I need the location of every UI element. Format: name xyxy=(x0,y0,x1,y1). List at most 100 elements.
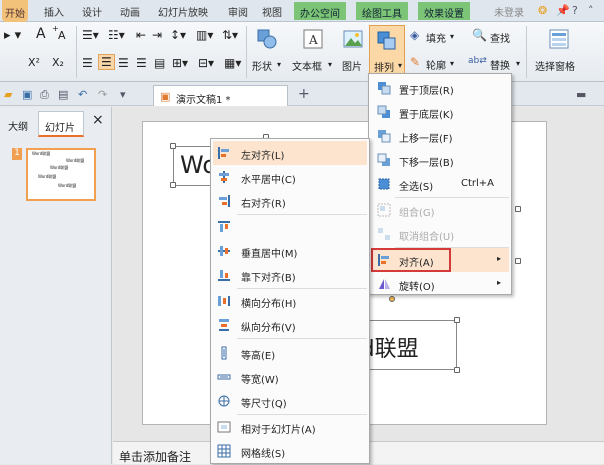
chevron-down-icon[interactable]: ▾ xyxy=(450,59,454,68)
shrink-font-button[interactable]: A xyxy=(58,29,66,42)
font-size-spinner-icon[interactable]: ▸ ▾ xyxy=(4,28,21,43)
tab-insert[interactable]: 插入 xyxy=(44,4,64,19)
menu-item-group[interactable]: 组合(G) xyxy=(369,198,511,222)
tab-animation[interactable]: 动画 xyxy=(120,4,140,19)
textbox-icon[interactable]: A xyxy=(302,28,324,50)
resize-handle[interactable] xyxy=(454,317,460,323)
find-button[interactable]: 查找 xyxy=(490,30,510,45)
outline-icon[interactable]: ✎ xyxy=(410,55,420,69)
skin-icon[interactable]: ❂ xyxy=(538,4,550,17)
menu-item-same-height[interactable]: 等高(E) xyxy=(211,341,369,365)
decrease-indent-icon[interactable]: ⇤ xyxy=(136,28,146,42)
chevron-down-icon[interactable]: ▾ xyxy=(328,60,332,69)
open-icon[interactable]: ▰ xyxy=(4,88,16,101)
bullet-list-icon[interactable]: ☰▾ xyxy=(82,28,99,42)
superscript-button[interactable]: X² xyxy=(28,56,40,69)
subscript-button[interactable]: X₂ xyxy=(52,56,64,69)
document-tab[interactable]: ▣ 演示文稿1 * xyxy=(153,85,288,106)
close-icon[interactable]: × xyxy=(92,112,104,128)
menu-item-distribute-vertical[interactable]: 纵向分布(V) xyxy=(211,313,369,337)
resize-handle[interactable] xyxy=(170,182,176,188)
smartart-icon[interactable]: ▦▾ xyxy=(224,56,241,70)
columns-icon[interactable]: ▥▾ xyxy=(196,28,213,42)
redo-icon[interactable]: ↷ xyxy=(98,88,110,101)
arrange-button[interactable]: 排列 ▾ xyxy=(369,25,405,77)
menu-item-align-bottom[interactable]: 靠下对齐(B) xyxy=(211,263,369,287)
login-status[interactable]: 未登录 xyxy=(494,4,524,19)
line-spacing-icon[interactable]: ↕▾ xyxy=(170,28,186,42)
replace-icon[interactable]: ab⇄ xyxy=(468,56,487,66)
fill-icon[interactable]: ◈ xyxy=(410,28,419,42)
distribute-icon[interactable]: ▤ xyxy=(154,56,165,70)
menu-item-select-all[interactable]: 全选(S) Ctrl+A xyxy=(369,172,511,196)
chevron-down-icon[interactable]: ▾ xyxy=(516,59,520,68)
new-tab-button[interactable]: + xyxy=(298,86,310,102)
resize-handle[interactable] xyxy=(515,206,521,212)
print-icon[interactable]: ⎙ xyxy=(40,88,52,101)
menu-item-gridlines[interactable]: 网格线(S) xyxy=(211,439,369,463)
menu-item-align-center[interactable]: 水平居中(C) xyxy=(211,165,369,189)
align-center-icon[interactable]: ☰ xyxy=(98,54,115,70)
resize-handle[interactable] xyxy=(515,258,521,264)
menu-item-rotate[interactable]: 旋转(O) ▸ xyxy=(369,272,511,296)
menu-item-distribute-horizontal[interactable]: 横向分布(H) xyxy=(211,289,369,313)
find-icon[interactable]: 🔍 xyxy=(472,28,487,42)
tab-review[interactable]: 审阅 xyxy=(228,4,248,19)
textbox-button[interactable]: 文本框 xyxy=(292,58,322,73)
menu-item-send-to-back[interactable]: 置于底层(K) xyxy=(369,100,511,124)
replace-button[interactable]: 替换 xyxy=(490,57,510,72)
menu-item-align-right[interactable]: 右对齐(R) xyxy=(211,189,369,213)
resize-handle[interactable] xyxy=(170,143,176,149)
menu-item-send-backward[interactable]: 下移一层(B) xyxy=(369,148,511,172)
menu-item-align[interactable]: 对齐(A) ▸ xyxy=(371,248,509,272)
print-preview-icon[interactable]: ▤ xyxy=(58,88,70,101)
menu-item-align-middle[interactable]: 垂直居中(M) xyxy=(211,239,369,263)
undo-icon[interactable]: ↶ xyxy=(78,88,90,101)
customize-icon[interactable]: ▾ xyxy=(120,88,132,101)
pin-icon[interactable]: 📌 xyxy=(556,4,570,17)
chevron-down-icon[interactable]: ▾ xyxy=(277,60,281,69)
align-left-icon[interactable]: ☰ xyxy=(82,56,93,70)
resize-handle[interactable] xyxy=(454,367,460,373)
numbered-list-icon[interactable]: ☷▾ xyxy=(108,28,125,42)
tab-slideshow[interactable]: 幻灯片放映 xyxy=(158,4,208,19)
menu-item-align-top[interactable] xyxy=(211,215,369,239)
grow-font-button[interactable]: A xyxy=(36,26,46,42)
rotate-handle[interactable] xyxy=(389,296,395,302)
picture-icon[interactable] xyxy=(342,28,364,50)
align-text-icon[interactable]: ⊟▾ xyxy=(198,56,214,70)
shape-button[interactable]: 形状 xyxy=(252,58,272,73)
fill-button[interactable]: 填充 xyxy=(426,30,446,45)
align-right-icon[interactable]: ☰ xyxy=(118,56,129,70)
tab-view[interactable]: 视图 xyxy=(262,4,282,19)
picture-button[interactable]: 图片 xyxy=(342,58,362,73)
slide-thumbnail[interactable]: Word联盟 Word联盟 Word联盟 Word联盟 Word联盟 xyxy=(26,148,96,201)
menu-item-relative-to-slide[interactable]: 相对于幻灯片(A) xyxy=(211,415,369,439)
menu-item-same-size[interactable]: 等尺寸(Q) xyxy=(211,389,369,413)
text-direction-icon[interactable]: ⇅▾ xyxy=(222,28,238,42)
save-icon[interactable]: ▣ xyxy=(22,88,34,101)
menu-item-align-left[interactable]: 左对齐(L) xyxy=(213,141,367,165)
app-menu-button[interactable]: 开始 xyxy=(2,0,28,22)
increase-indent-icon[interactable]: ⇥ xyxy=(152,28,162,42)
menu-item-bring-forward[interactable]: 上移一层(F) xyxy=(369,124,511,148)
tab-office-space[interactable]: 办公空间 xyxy=(294,2,346,20)
tab-list-icon[interactable]: ▬ xyxy=(576,88,588,101)
chevron-down-icon[interactable]: ▾ xyxy=(450,32,454,41)
shape-icon[interactable] xyxy=(256,28,278,50)
selection-pane-icon[interactable] xyxy=(548,28,570,50)
outline-button[interactable]: 轮廓 xyxy=(426,57,446,72)
tab-design[interactable]: 设计 xyxy=(82,4,102,19)
tab-slides[interactable]: 幻灯片 xyxy=(38,111,84,137)
help-icon[interactable]: ? xyxy=(572,4,584,17)
menu-item-bring-to-front[interactable]: 置于顶层(R) xyxy=(369,76,511,100)
menu-item-same-width[interactable]: 等宽(W) xyxy=(211,365,369,389)
menu-item-ungroup[interactable]: 取消组合(U) xyxy=(369,222,511,246)
minimize-ribbon-icon[interactable]: ˄ xyxy=(588,4,600,17)
tab-effect-settings[interactable]: 效果设置 xyxy=(418,2,470,20)
tab-drawing-tools[interactable]: 绘图工具 xyxy=(356,2,408,20)
tab-outline[interactable]: 大纲 xyxy=(8,118,28,133)
vertical-align-icon[interactable]: ⊞▾ xyxy=(172,56,188,70)
justify-icon[interactable]: ☰ xyxy=(136,56,147,70)
selection-pane-button[interactable]: 选择窗格 xyxy=(535,58,575,73)
